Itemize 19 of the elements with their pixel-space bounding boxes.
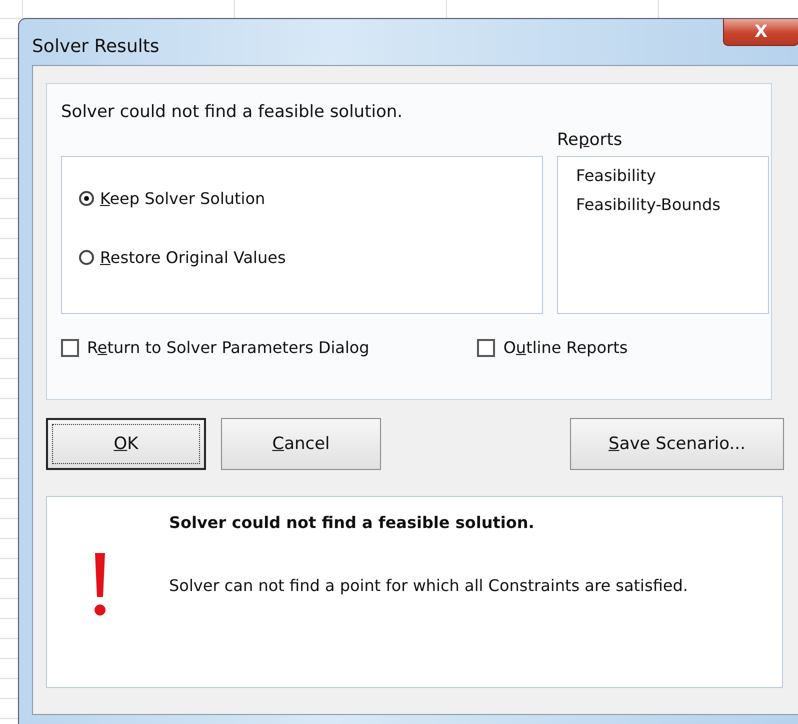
option-label: Restore Original Values <box>100 248 286 267</box>
outline-reports-checkbox[interactable]: Outline Reports <box>477 338 628 357</box>
reports-label: Reports <box>557 130 624 152</box>
dialog-button[interactable]: Cancel <box>221 418 381 470</box>
exclamation-icon <box>93 551 107 617</box>
result-heading: Solver could not find a feasible solution. <box>169 513 536 532</box>
radio-button[interactable] <box>79 191 94 206</box>
reports-list[interactable]: Feasibility Feasibility-Bounds <box>557 156 769 314</box>
close-button[interactable]: X <box>723 19 798 46</box>
radio-button[interactable] <box>79 250 94 265</box>
dialog-button[interactable]: Save Scenario... <box>570 418 784 470</box>
status-message: Solver could not find a feasible solution. <box>61 102 404 122</box>
window-title: Solver Results <box>32 36 160 57</box>
result-detail: Solver can not find a point for which all Constraints are satisfied. <box>169 576 688 595</box>
option-label: Keep Solver Solution <box>100 189 266 208</box>
return-checkbox[interactable]: Return to Solver Parameters Dialog <box>61 338 370 357</box>
report-item[interactable]: Feasibility-Bounds <box>576 190 768 219</box>
dialog-button[interactable]: OK <box>46 418 206 470</box>
report-item[interactable]: Feasibility <box>576 161 768 190</box>
